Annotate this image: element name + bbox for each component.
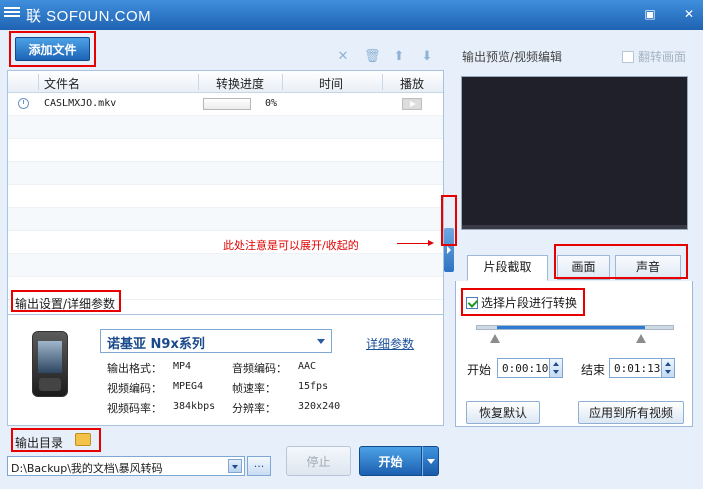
checkbox-icon[interactable] (622, 51, 634, 63)
empty-row (8, 208, 443, 231)
param-label: 输出格式： (107, 362, 162, 375)
delete-icon[interactable]: ✕ (336, 50, 350, 64)
video-preview (461, 76, 688, 230)
end-time-spinner[interactable] (661, 359, 674, 377)
reset-default-button[interactable]: 恢复默认 (466, 401, 540, 424)
end-time-label: 结束 (581, 363, 606, 377)
highlight-output-dir (11, 428, 101, 452)
tab-clip[interactable]: 片段截取 (467, 255, 548, 281)
flip-checkbox[interactable]: 翻转画面 (622, 48, 686, 65)
param-label: 帧速率： (232, 382, 276, 395)
empty-row (8, 162, 443, 185)
file-list: 文件名 转换进度 时间 播放 CASLMXJO.mkv 0% (7, 70, 444, 320)
device-name: 诺基亚 N9x系列 (107, 337, 205, 352)
minimize-icon[interactable]: ▣ (643, 8, 657, 20)
move-down-icon[interactable]: ⬇ (420, 50, 434, 64)
flip-label: 翻转画面 (638, 50, 687, 64)
param-label: 音频编码： (232, 362, 287, 375)
detail-params-link[interactable]: 详细参数 (366, 335, 414, 352)
param-label: 视频编码： (107, 382, 162, 395)
highlight-output-settings (11, 290, 121, 312)
preview-title: 输出预览/视频编辑 (462, 50, 563, 64)
output-dir-path: D:\Backup\我的文档\暴风转码 (11, 462, 163, 475)
start-time-label: 开始 (467, 363, 492, 377)
pending-clock-icon (18, 98, 29, 109)
column-time[interactable]: 时间 (319, 75, 343, 92)
clip-range-slider[interactable] (476, 325, 674, 330)
param-label: 分辨率： (232, 402, 276, 415)
highlight-add-file (9, 31, 96, 67)
empty-row (8, 185, 443, 208)
column-play[interactable]: 播放 (400, 75, 424, 92)
param-value: MPEG4 (173, 381, 204, 392)
chevron-down-icon (317, 339, 325, 344)
move-up-icon[interactable]: ⬆ (392, 50, 406, 64)
param-value: 320x240 (298, 401, 341, 412)
param-value: 15fps (298, 381, 329, 392)
start-time-spinner[interactable] (549, 359, 562, 377)
browse-button[interactable]: ... (247, 456, 271, 476)
slider-start-handle[interactable] (490, 334, 500, 343)
file-list-header: 文件名 转换进度 时间 播放 (8, 71, 443, 93)
start-options-dropdown[interactable] (422, 446, 439, 476)
device-image (32, 331, 68, 397)
title-bar: 联 SOF0UN.COM ▣ ✕ (0, 0, 703, 30)
empty-row (8, 139, 443, 162)
param-value: 384kbps (173, 401, 216, 412)
apply-all-button[interactable]: 应用到所有视频 (578, 401, 684, 424)
stop-button[interactable]: 停止 (286, 446, 351, 476)
device-select[interactable]: 诺基亚 N9x系列 (100, 329, 332, 353)
file-name: CASLMXJO.mkv (44, 98, 117, 109)
progress-bar (203, 98, 251, 110)
file-row[interactable]: CASLMXJO.mkv 0% (8, 93, 443, 116)
highlight-select-clip (461, 288, 585, 316)
param-value: MP4 (173, 361, 192, 372)
output-dir-input[interactable]: D:\Backup\我的文档\暴风转码 (7, 456, 245, 476)
empty-row (8, 116, 443, 139)
chevron-down-icon[interactable] (228, 459, 242, 473)
main-area: 添加文件 ✕ 🗑 ⬆ ⬇ 文件名 转换进度 时间 播放 CASLMXJO.mkv… (0, 30, 703, 489)
param-label: 视频码率： (107, 402, 162, 415)
trash-icon[interactable]: 🗑 (364, 50, 381, 64)
highlight-collapse (441, 195, 457, 246)
highlight-tabs (554, 244, 688, 279)
start-time-input[interactable]: 0:00:10 (497, 358, 563, 378)
param-value: AAC (298, 361, 317, 372)
play-button[interactable] (402, 98, 422, 110)
slider-end-handle[interactable] (636, 334, 646, 343)
collapse-note: 此处注意是可以展开/收起的 (223, 239, 359, 252)
column-progress[interactable]: 转换进度 (216, 75, 264, 92)
column-filename[interactable]: 文件名 (44, 75, 80, 92)
end-time-input[interactable]: 0:01:13 (609, 358, 675, 378)
note-arrow-icon (397, 240, 434, 246)
app-logo-icon (4, 7, 20, 21)
output-settings-panel: 诺基亚 N9x系列 详细参数 输出格式： MP4 音频编码： AAC 视频编码：… (7, 314, 444, 426)
empty-row (8, 254, 443, 277)
progress-text: 0% (265, 98, 278, 109)
start-button[interactable]: 开始 (359, 446, 422, 476)
window-title: 联 SOF0UN.COM (26, 8, 152, 25)
close-icon[interactable]: ✕ (682, 8, 696, 20)
